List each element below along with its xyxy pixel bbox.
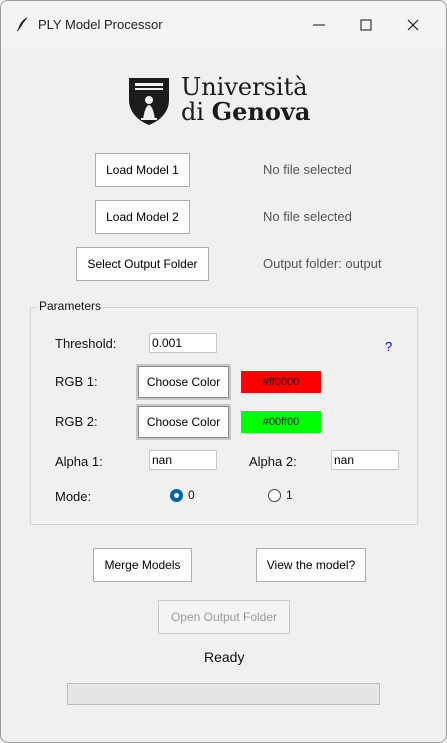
output-folder-status: Output folder: output <box>263 256 382 271</box>
mode-1-radio[interactable] <box>268 489 281 502</box>
threshold-input[interactable]: 0.001 <box>149 333 217 353</box>
alpha-1-label: Alpha 1: <box>55 454 103 469</box>
choose-color-2-button[interactable]: Choose Color <box>136 404 231 440</box>
minimize-button[interactable] <box>297 9 341 39</box>
rgb-1-label: RGB 1: <box>55 374 98 389</box>
close-icon <box>407 19 419 31</box>
rgb-2-swatch: #00ff00 <box>241 411 321 433</box>
choose-color-1-button[interactable]: Choose Color <box>136 364 231 400</box>
status-text: Ready <box>204 649 245 665</box>
maximize-button[interactable] <box>344 9 388 39</box>
window-title: PLY Model Processor <box>38 17 163 32</box>
select-output-folder-button[interactable]: Select Output Folder <box>76 247 209 281</box>
logo-line-2: di Genova <box>181 97 310 126</box>
threshold-label: Threshold: <box>55 336 117 351</box>
logo-line-2-prefix: di <box>181 98 212 126</box>
view-model-button[interactable]: View the model? <box>256 548 366 582</box>
load-model-2-button[interactable]: Load Model 2 <box>95 200 190 234</box>
progress-bar <box>67 683 380 705</box>
title-bar[interactable]: PLY Model Processor <box>1 1 446 47</box>
help-link[interactable]: ? <box>385 339 392 354</box>
alpha-2-label: Alpha 2: <box>249 454 297 469</box>
parameters-group-title: Parameters <box>37 299 104 313</box>
crest-icon <box>129 78 169 125</box>
app-window: PLY Model Processor Università di Genova… <box>0 0 447 743</box>
alpha-1-input[interactable]: nan <box>149 450 217 470</box>
load-model-2-status: No file selected <box>263 209 352 224</box>
mode-label: Mode: <box>55 489 92 504</box>
merge-models-button[interactable]: Merge Models <box>93 548 192 582</box>
maximize-icon <box>360 19 372 31</box>
mode-0-label: 0 <box>188 488 195 502</box>
mode-0-radio[interactable] <box>170 489 183 502</box>
minimize-icon <box>313 24 325 26</box>
alpha-2-input[interactable]: nan <box>331 450 399 470</box>
rgb-2-label: RGB 2: <box>55 414 98 429</box>
open-output-folder-button[interactable]: Open Output Folder <box>158 600 290 634</box>
load-model-1-button[interactable]: Load Model 1 <box>95 153 190 187</box>
university-logo: Università di Genova <box>127 71 323 129</box>
load-model-1-status: No file selected <box>263 162 352 177</box>
mode-1-label: 1 <box>286 488 293 502</box>
feather-icon <box>15 16 31 32</box>
close-button[interactable] <box>391 9 435 39</box>
rgb-1-swatch: #ff0000 <box>241 371 321 393</box>
logo-line-2-bold: Genova <box>211 97 311 126</box>
